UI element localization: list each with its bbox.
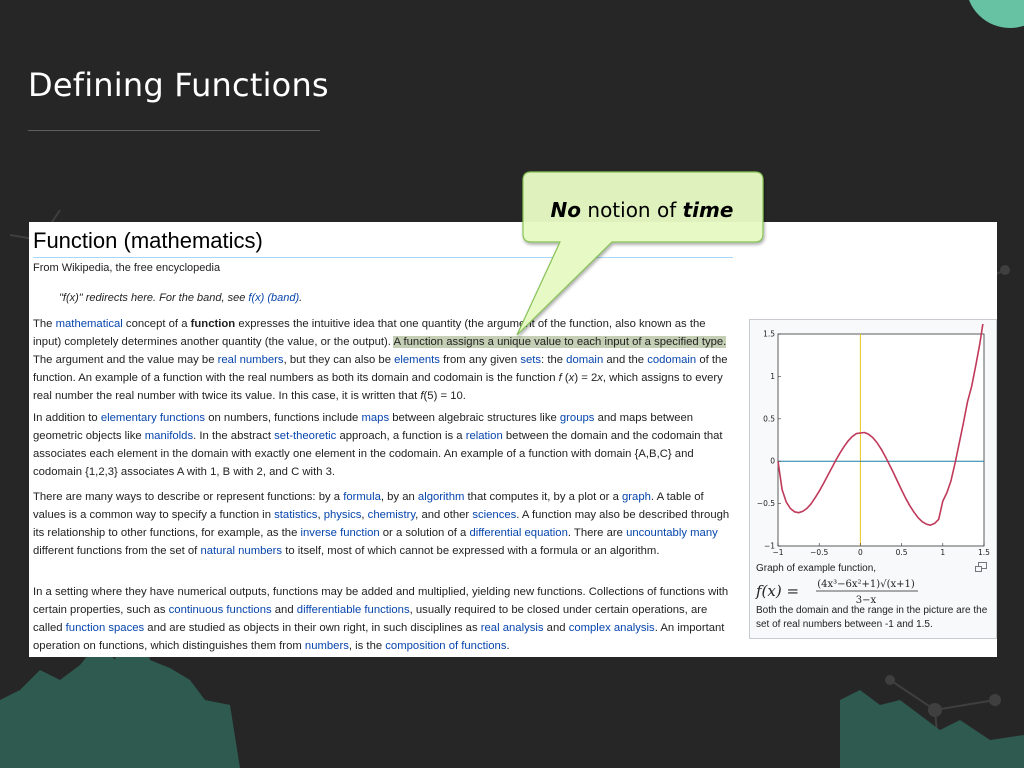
callout-text: No notion of time <box>522 198 762 222</box>
callout-shape <box>516 171 764 336</box>
callout-bubble <box>516 171 764 336</box>
slide: Defining Functions Function (mathematics… <box>0 0 1024 768</box>
callout-word-no: No <box>550 198 582 222</box>
callout-word-notion: notion of <box>581 198 683 222</box>
callout-word-time: time <box>682 198 734 222</box>
